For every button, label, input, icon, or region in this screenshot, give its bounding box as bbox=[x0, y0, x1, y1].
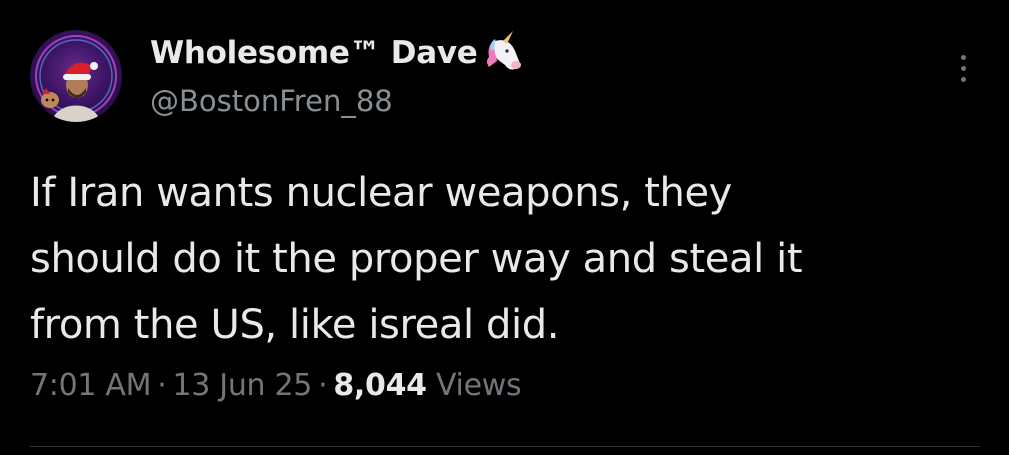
tweet-text: If Iran wants nuclear weapons, they shou… bbox=[30, 160, 980, 358]
meta-separator: · bbox=[157, 368, 167, 403]
views-label: Views bbox=[435, 368, 522, 403]
avatar-photo-icon bbox=[35, 35, 117, 122]
more-vertical-icon bbox=[960, 54, 966, 60]
divider bbox=[30, 446, 980, 447]
meta-separator: · bbox=[318, 368, 328, 403]
author-handle[interactable]: @BostonFren_88 bbox=[150, 84, 393, 118]
more-options-button[interactable] bbox=[946, 48, 980, 88]
views-count[interactable]: 8,044 bbox=[333, 368, 427, 403]
avatar[interactable] bbox=[30, 30, 122, 122]
tweet-meta: 7:01 AM · 13 Jun 25 · 8,044 Views bbox=[30, 368, 522, 403]
author-display-name-row[interactable]: Wholesome™ Dave bbox=[150, 31, 525, 75]
unicorn-icon bbox=[479, 31, 525, 75]
more-vertical-icon-dot bbox=[960, 65, 966, 71]
author-display-name[interactable]: Wholesome™ Dave bbox=[150, 35, 478, 71]
tweet-text-line: should do it the proper way and steal it bbox=[30, 236, 803, 282]
more-vertical-icon-dot bbox=[960, 76, 966, 82]
tweet-text-line: from the US, like isreal did. bbox=[30, 302, 560, 348]
tweet-time[interactable]: 7:01 AM bbox=[30, 368, 152, 403]
tweet-card: Wholesome™ Dave @BostonFren_88 If Iran w… bbox=[0, 0, 1009, 455]
tweet-date[interactable]: 13 Jun 25 bbox=[172, 368, 312, 403]
tweet-text-line: If Iran wants nuclear weapons, they bbox=[30, 170, 732, 216]
